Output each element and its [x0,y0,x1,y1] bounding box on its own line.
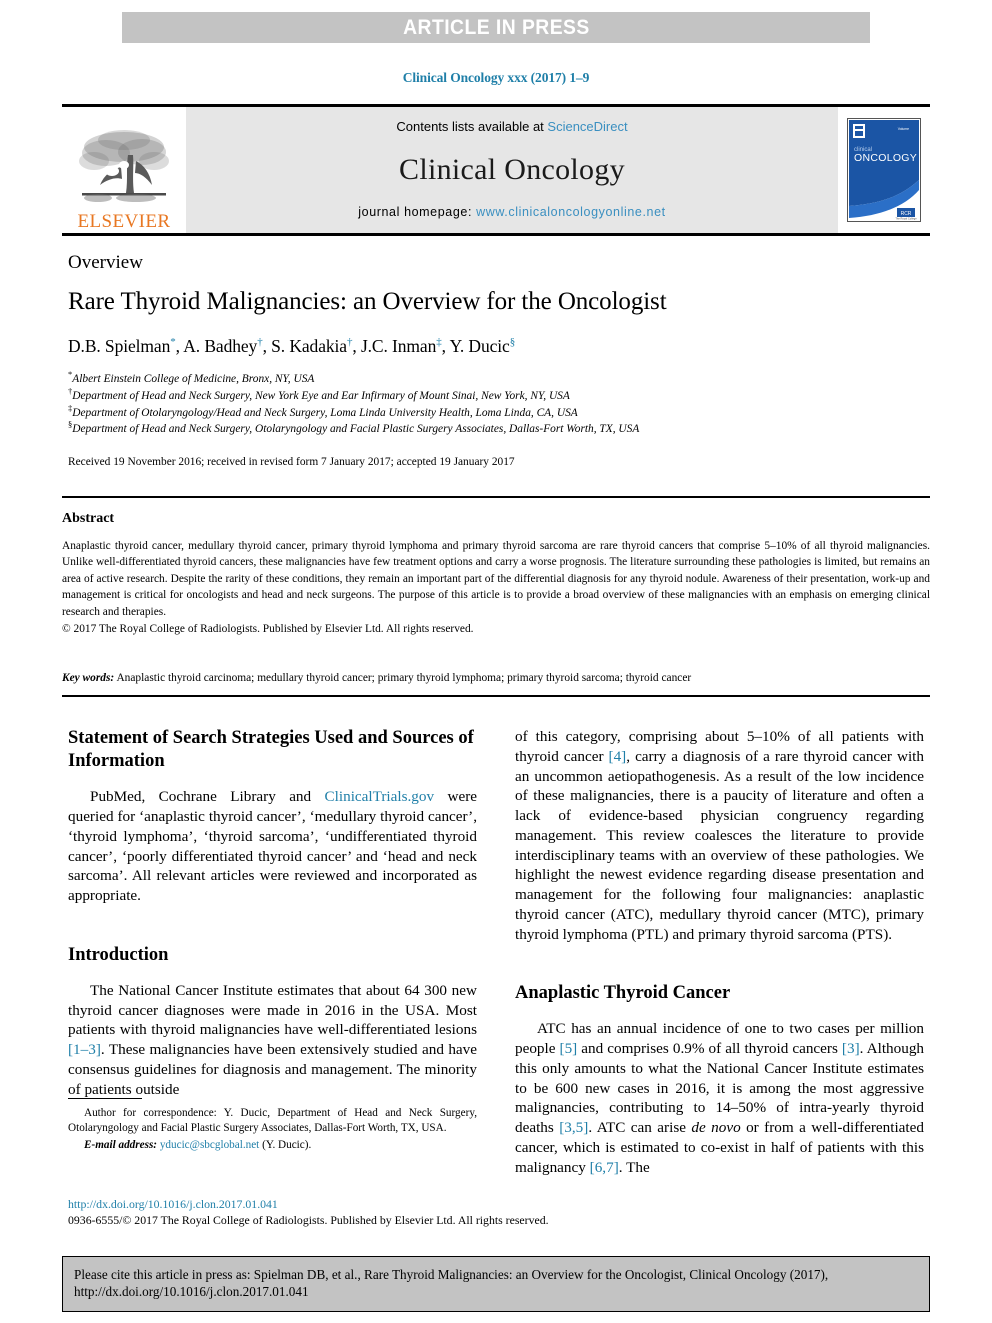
right-column: of this category, comprising about 5–10%… [515,727,924,1189]
section-heading-anaplastic-thyroid-cancer: Anaplastic Thyroid Cancer [515,983,731,1004]
abstract-section: Abstract Anaplastic thyroid cancer, medu… [62,496,930,697]
para-text-b: were queried for ‘anaplastic thyroid can… [68,788,477,904]
affiliation-list: *Albert Einstein College of Medicine, Br… [68,370,928,439]
svg-text:ONCOLOGY: ONCOLOGY [854,152,917,164]
journal-homepage-line: journal homepage: www.clinicaloncologyon… [358,205,665,219]
abstract-copyright: © 2017 The Royal College of Radiologists… [62,623,474,636]
affiliation-text: Department of Otolaryngology/Head and Ne… [72,406,578,419]
article-history: Received 19 November 2016; received in r… [68,456,515,469]
page-title: Rare Thyroid Malignancies: an Overview f… [68,288,667,315]
citation-ref[interactable]: [1–3] [68,1041,101,1058]
author-marker-5[interactable]: § [510,336,516,348]
para-text-b: and comprises 0.9% of all thyroid cancer… [577,1040,842,1058]
citation-ref[interactable]: [4] [609,748,627,765]
affiliation-text: Department of Head and Neck Surgery, Oto… [72,423,640,436]
elsevier-logo: ELSEVIER [62,107,186,233]
correspondence-footnote: Author for correspondence: Y. Ducic, Dep… [68,1098,477,1153]
doi-copyright-block: http://dx.doi.org/10.1016/j.clon.2017.01… [68,1197,568,1229]
author-name-4: J.C. Inman [360,335,437,356]
citation-ref[interactable]: [3,5] [559,1119,588,1136]
para-text-b: , carry a diagnosis of a rare thyroid ca… [515,747,924,943]
footnote-correspondence: Author for correspondence: Y. Ducic, Dep… [68,1107,477,1134]
keywords-line: Key words: Anaplastic thyroid carcinoma;… [62,672,930,684]
article-page: ARTICLE IN PRESS Clinical Oncology xxx (… [0,0,992,1323]
affiliation-text: Department of Head and Neck Surgery, New… [72,389,570,402]
para-text-a: The National Cancer Institute estimates … [68,981,477,1039]
svg-text:Volume: Volume [898,127,909,131]
footnote-email-line: E-mail address: yducic@sbcglobal.net (Y.… [68,1138,477,1153]
citation-ref[interactable]: [5] [560,1040,578,1057]
affiliation-item: *Albert Einstein College of Medicine, Br… [68,370,928,388]
author-name-2: A. Badhey [183,335,258,356]
email-link[interactable]: yducic@sbcglobal.net [160,1139,259,1151]
journal-cover-thumbnail: Volume clinical ONCOLOGY RCR The Royal C… [838,107,930,233]
latin-phrase: de novo [691,1119,741,1137]
elsevier-wordmark: ELSEVIER [77,211,171,232]
para-text-b: . These malignancies have been extensive… [68,1041,477,1098]
footnote-divider [68,1098,142,1099]
svg-text:The Royal College: The Royal College [895,217,917,221]
affiliation-item: ‡Department of Otolaryngology/Head and N… [68,403,928,422]
journal-masthead: ELSEVIER Contents lists available at Sci… [62,104,930,236]
article-in-press-banner: ARTICLE IN PRESS [122,12,870,43]
journal-homepage-link[interactable]: www.clinicaloncologyonline.net [476,205,666,219]
abstract-body: Anaplastic thyroid cancer, medullary thy… [62,540,930,618]
elsevier-tree-icon [79,130,169,202]
journal-cover-image: Volume clinical ONCOLOGY RCR The Royal C… [847,118,921,222]
cite-this-article-box: Please cite this article in press as: Sp… [62,1256,930,1313]
section-heading-introduction: Introduction [68,944,169,965]
author-name-5: Y. Ducic [449,335,510,356]
journal-title: Clinical Oncology [399,152,625,186]
paragraph-search-strategies: PubMed, Cochrane Library and ClinicalTri… [68,787,477,906]
sciencedirect-link[interactable]: ScienceDirect [547,119,627,134]
abstract-bottom-rule [62,694,930,697]
email-suffix: (Y. Ducic). [262,1139,312,1151]
para-text-a: PubMed, Cochrane Library and [90,788,325,806]
homepage-prefix: journal homepage: [358,205,477,219]
affiliation-item: †Department of Head and Neck Surgery, Ne… [68,387,928,405]
keywords-value: Anaplastic thyroid carcinoma; medullary … [116,671,692,684]
document-type: Overview [68,252,143,273]
citation-ref[interactable]: [3] [842,1040,860,1057]
article-in-press-label: ARTICLE IN PRESS [402,15,590,39]
contents-prefix: Contents lists available at [396,119,548,134]
journal-running-head: Clinical Oncology xxx (2017) 1–9 [402,70,590,85]
title-block: Overview Rare Thyroid Malignancies: an O… [68,252,928,468]
contents-lists-line: Contents lists available at ScienceDirec… [396,119,627,134]
author-name-3: S. Kadakia [271,335,347,356]
paragraph-introduction-2: of this category, comprising about 5–10%… [515,727,924,944]
email-label: E-mail address: [84,1139,158,1151]
keywords-label: Key words: [62,671,115,684]
paragraph-introduction-1: The National Cancer Institute estimates … [68,981,477,1100]
author-sep-3: , [352,335,361,356]
masthead-center: Contents lists available at ScienceDirec… [186,107,838,233]
author-name-1: D.B. Spielman [68,335,171,356]
affiliation-item: §Department of Head and Neck Surgery, Ot… [68,420,928,438]
clinicaltrials-link[interactable]: ClinicalTrials.gov [325,788,435,805]
cite-this-article-text: Please cite this article in press as: Sp… [74,1267,829,1300]
para-text-d: . ATC can arise [588,1119,692,1137]
author-sep-2: , [262,335,272,356]
para-text-f: . The [618,1158,650,1176]
author-list: D.B. Spielman*, A. Badhey†, S. Kadakia†,… [68,336,928,357]
issn-copyright: 0936-6555/© 2017 The Royal College of Ra… [68,1212,549,1227]
abstract-top-rule [62,496,930,498]
citation-ref[interactable]: [6,7] [590,1159,619,1176]
doi-link[interactable]: http://dx.doi.org/10.1016/j.clon.2017.01… [68,1197,568,1213]
section-heading-search-strategies: Statement of Search Strategies Used and … [68,728,474,772]
abstract-heading: Abstract [62,511,115,526]
paragraph-atc-1: ATC has an annual incidence of one to tw… [515,1019,924,1177]
affiliation-text: Albert Einstein College of Medicine, Bro… [72,372,315,385]
author-sep-4: , [441,335,450,356]
svg-text:RCR: RCR [901,211,912,217]
